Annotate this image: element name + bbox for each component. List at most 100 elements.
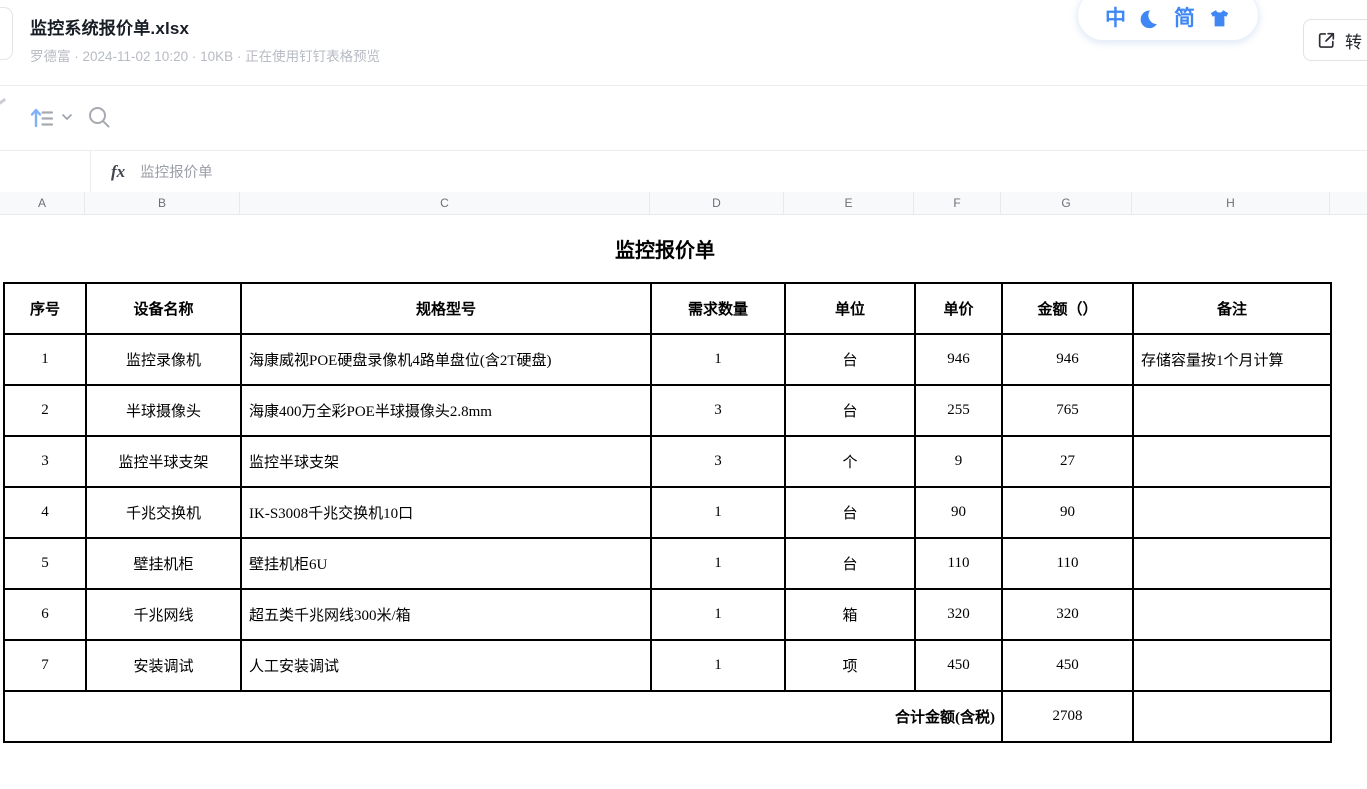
cell[interactable]: 个 [785, 436, 915, 487]
cell[interactable]: 450 [915, 640, 1002, 691]
cell[interactable]: 1 [4, 334, 86, 385]
cell[interactable] [1133, 385, 1331, 436]
cell[interactable]: 项 [785, 640, 915, 691]
export-button-label: 转 [1345, 28, 1362, 53]
name-box[interactable] [0, 151, 91, 192]
cell[interactable]: 1 [651, 640, 785, 691]
cell[interactable]: 3 [4, 436, 86, 487]
cell[interactable]: 7 [4, 640, 86, 691]
cell[interactable]: 监控半球支架 [86, 436, 241, 487]
header-cell-device[interactable]: 设备名称 [86, 283, 241, 334]
header-cell-note[interactable]: 备注 [1133, 283, 1331, 334]
column-header-c[interactable]: C [240, 192, 650, 214]
cell[interactable]: 千兆网线 [86, 589, 241, 640]
header-cell-amount[interactable]: 金额（） [1002, 283, 1133, 334]
cell[interactable] [1133, 538, 1331, 589]
cell[interactable] [1133, 436, 1331, 487]
cell[interactable]: 箱 [785, 589, 915, 640]
totals-amount-cell[interactable]: 2708 [1002, 691, 1133, 742]
cell[interactable]: 超五类千兆网线300米/箱 [241, 589, 651, 640]
cell[interactable]: IK-S3008千兆交换机10口 [241, 487, 651, 538]
cell[interactable]: 半球摄像头 [86, 385, 241, 436]
column-header-d[interactable]: D [650, 192, 784, 214]
column-header-strip: A B C D E F G H [0, 192, 1367, 215]
column-header-h[interactable]: H [1132, 192, 1330, 214]
cell[interactable]: 27 [1002, 436, 1133, 487]
cell[interactable]: 320 [915, 589, 1002, 640]
file-meta: 罗德富 · 2024-11-02 10:20 · 10KB · 正在使用钉钉表格… [30, 45, 380, 65]
cell[interactable]: 存储容量按1个月计算 [1133, 334, 1331, 385]
quotation-table: 序号 设备名称 规格型号 需求数量 单位 单价 金额（） 备注 1监控录像机海康… [3, 282, 1332, 743]
column-header-g[interactable]: G [1001, 192, 1132, 214]
cell[interactable]: 9 [915, 436, 1002, 487]
cell[interactable]: 2 [4, 385, 86, 436]
column-header-rest[interactable] [1330, 192, 1367, 214]
cell[interactable]: 千兆交换机 [86, 487, 241, 538]
cell[interactable]: 3 [651, 385, 785, 436]
sheet-title-cell[interactable]: 监控报价单 [0, 215, 1330, 282]
cell[interactable]: 1 [651, 334, 785, 385]
cell[interactable]: 6 [4, 589, 86, 640]
column-header-a[interactable]: A [0, 192, 85, 214]
cell[interactable]: 海康威视POE硬盘录像机4路单盘位(含2T硬盘) [241, 334, 651, 385]
cell[interactable]: 4 [4, 487, 86, 538]
cell[interactable]: 5 [4, 538, 86, 589]
table-row: 7安装调试人工安装调试1项450450 [4, 640, 1331, 691]
cell[interactable]: 3 [651, 436, 785, 487]
cell[interactable]: 台 [785, 385, 915, 436]
cell[interactable]: 台 [785, 538, 915, 589]
cell[interactable]: 765 [1002, 385, 1133, 436]
header-cell-spec[interactable]: 规格型号 [241, 283, 651, 334]
table-row: 5壁挂机柜壁挂机柜6U1台110110 [4, 538, 1331, 589]
cell[interactable] [1133, 487, 1331, 538]
search-icon [87, 105, 112, 130]
fx-icon: fx [111, 162, 125, 182]
cell[interactable]: 海康400万全彩POE半球摄像头2.8mm [241, 385, 651, 436]
sort-button[interactable] [28, 103, 73, 131]
cell[interactable]: 壁挂机柜6U [241, 538, 651, 589]
totals-label-cell[interactable]: 合计金额(含税) [4, 691, 1002, 742]
cell[interactable]: 台 [785, 487, 915, 538]
header-cell-qty[interactable]: 需求数量 [651, 283, 785, 334]
cell[interactable]: 1 [651, 589, 785, 640]
cell[interactable]: 1 [651, 487, 785, 538]
formula-input[interactable]: 监控报价单 [140, 161, 213, 182]
cell[interactable]: 安装调试 [86, 640, 241, 691]
header-cell-no[interactable]: 序号 [4, 283, 86, 334]
search-button[interactable] [87, 105, 112, 135]
cell[interactable]: 监控半球支架 [241, 436, 651, 487]
preview-header: 监控系统报价单.xlsx 罗德富 · 2024-11-02 10:20 · 10… [0, 0, 1367, 86]
export-button[interactable]: 转 [1303, 19, 1367, 61]
table-row: 1监控录像机海康威视POE硬盘录像机4路单盘位(含2T硬盘)1台946946存储… [4, 334, 1331, 385]
translate-widget[interactable]: 中 简 [1077, 0, 1259, 41]
simplified-chinese-button[interactable]: 简 [1174, 8, 1195, 29]
cell[interactable]: 110 [915, 538, 1002, 589]
cell[interactable]: 946 [1002, 334, 1133, 385]
theme-shirt-icon[interactable] [1208, 7, 1231, 30]
column-header-b[interactable]: B [85, 192, 240, 214]
header-cell-price[interactable]: 单价 [915, 283, 1002, 334]
cell[interactable] [1133, 640, 1331, 691]
cell[interactable]: 1 [651, 538, 785, 589]
translate-lang-button[interactable]: 中 [1105, 8, 1126, 29]
cell[interactable]: 90 [915, 487, 1002, 538]
dark-mode-moon-icon[interactable] [1139, 8, 1161, 30]
cell[interactable]: 320 [1002, 589, 1133, 640]
cell[interactable]: 946 [915, 334, 1002, 385]
column-header-f[interactable]: F [914, 192, 1001, 214]
cell[interactable]: 壁挂机柜 [86, 538, 241, 589]
chevron-down-icon [61, 111, 73, 123]
table-row: 6千兆网线超五类千兆网线300米/箱1箱320320 [4, 589, 1331, 640]
cell[interactable]: 90 [1002, 487, 1133, 538]
file-title: 监控系统报价单.xlsx [30, 14, 189, 39]
column-header-e[interactable]: E [784, 192, 914, 214]
cell[interactable]: 255 [915, 385, 1002, 436]
cell[interactable] [1133, 589, 1331, 640]
cell[interactable]: 监控录像机 [86, 334, 241, 385]
totals-note-cell[interactable] [1133, 691, 1331, 742]
cell[interactable]: 人工安装调试 [241, 640, 651, 691]
cell[interactable]: 台 [785, 334, 915, 385]
header-cell-unit[interactable]: 单位 [785, 283, 915, 334]
cell[interactable]: 450 [1002, 640, 1133, 691]
cell[interactable]: 110 [1002, 538, 1133, 589]
